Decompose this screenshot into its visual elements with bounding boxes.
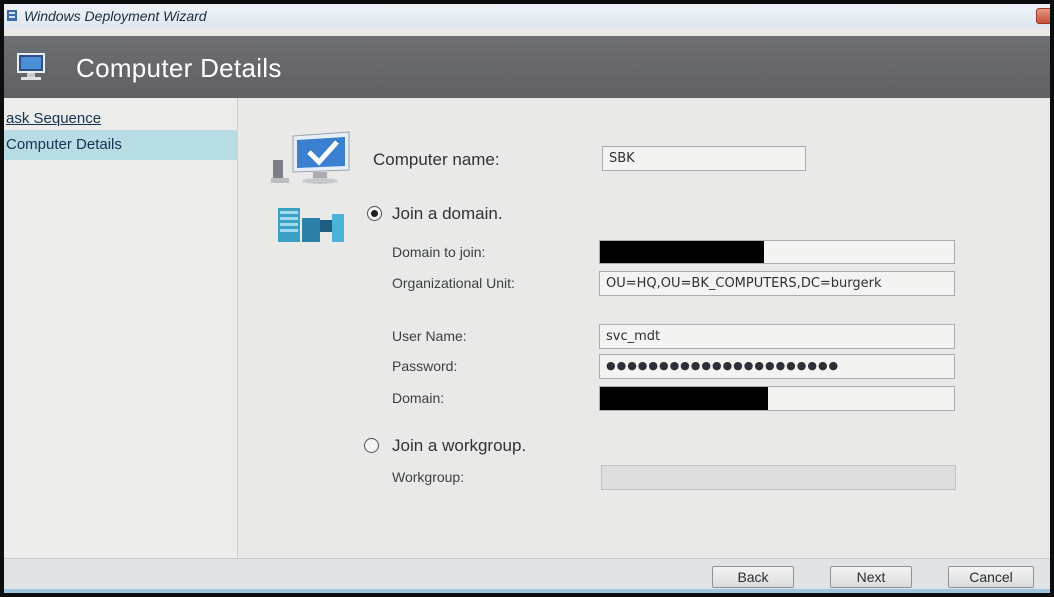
join-domain-label: Join a domain.: [392, 204, 503, 223]
join-workgroup-radio[interactable]: [364, 438, 379, 453]
workgroup-field[interactable]: [601, 465, 956, 490]
page-title: Computer Details: [76, 53, 282, 83]
close-button[interactable]: [1036, 8, 1050, 24]
title-bar: Windows Deployment Wizard: [4, 4, 1050, 28]
organizational-unit-label: Organizational Unit:: [392, 275, 515, 291]
sidebar: ask Sequence Computer Details: [4, 98, 238, 558]
redaction-bar: [600, 241, 764, 263]
computer-icon: [17, 53, 45, 80]
server-tower-icon: [278, 208, 344, 242]
user-name-field[interactable]: svc_mdt: [599, 324, 955, 349]
computer-name-field[interactable]: SBK: [602, 146, 806, 171]
password-label: Password:: [392, 358, 458, 374]
main-content: Computer name: SBK Join a domain. Domain…: [239, 98, 1050, 558]
wizard-window: Windows Deployment Wizard Computer Detai…: [4, 4, 1050, 593]
join-domain-radio[interactable]: [367, 206, 382, 221]
back-button[interactable]: Back: [712, 566, 794, 588]
bottom-strip: [4, 589, 1050, 593]
next-button[interactable]: Next: [830, 566, 912, 588]
computer-check-icon: [271, 131, 350, 184]
radio-selected-dot: [371, 210, 378, 217]
wizard-icon: [7, 10, 17, 21]
computer-name-label: Computer name:: [373, 150, 500, 169]
domain-to-join-label: Domain to join:: [392, 244, 486, 260]
footer-bar: Back Next Cancel: [4, 558, 1050, 593]
window-title: Windows Deployment Wizard: [24, 8, 207, 24]
organizational-unit-field[interactable]: OU=HQ,OU=BK_COMPUTERS,DC=burgerk: [599, 271, 955, 296]
domain-label: Domain:: [392, 390, 445, 406]
user-name-label: User Name:: [392, 328, 467, 344]
redaction-bar: [600, 387, 768, 410]
sidebar-item-computer-details[interactable]: Computer Details: [4, 130, 238, 160]
page-header: Computer Details: [4, 36, 1050, 98]
workgroup-label: Workgroup:: [392, 469, 465, 485]
join-workgroup-label: Join a workgroup.: [392, 436, 527, 455]
password-field[interactable]: ●●●●●●●●●●●●●●●●●●●●●●: [599, 354, 955, 379]
cancel-button[interactable]: Cancel: [948, 566, 1034, 588]
